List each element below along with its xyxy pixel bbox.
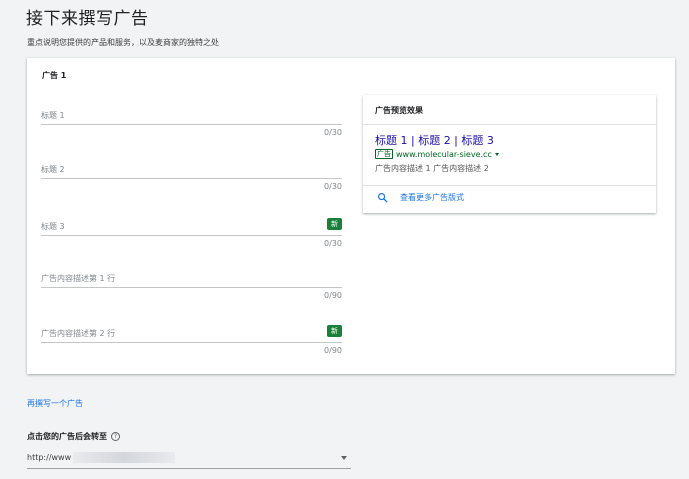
page-subtitle: 重点说明您提供的产品和服务，以及麦商家的独特之处 (27, 38, 219, 47)
destination-url-value: http://www (27, 453, 72, 462)
ad-preview-card: 广告预览效果 标题 1 | 标题 2 | 标题 3 广告 www.molecul… (363, 95, 656, 213)
description-1-label: 广告内容描述第 1 行 (41, 274, 116, 283)
description-2-counter: 0/90 (324, 346, 342, 355)
preview-url-row: 广告 www.molecular-sieve.cc (375, 149, 499, 159)
headline-1-underline (41, 124, 342, 125)
headline-1-counter: 0/30 (324, 128, 342, 137)
headline-3-field[interactable]: 标题 3 新 0/30 (41, 218, 342, 252)
ad-label-badge: 广告 (375, 149, 393, 159)
headline-3-label: 标题 3 (41, 222, 65, 231)
description-1-underline (41, 287, 342, 288)
ad-card-title: 广告 1 (42, 71, 67, 80)
description-1-field[interactable]: 广告内容描述第 1 行 0/90 (41, 273, 342, 303)
redacted-url-blur (73, 452, 175, 463)
description-1-counter: 0/90 (324, 291, 342, 300)
headline-2-field[interactable]: 标题 2 0/30 (41, 164, 342, 194)
headline-3-new-badge: 新 (327, 218, 342, 230)
preview-divider-top (363, 124, 656, 125)
headline-1-field[interactable]: 标题 1 0/30 (41, 110, 342, 140)
ad-editor-card: 广告 1 标题 1 0/30 标题 2 0/30 标题 3 新 0/30 广告内… (27, 58, 675, 374)
preview-headline: 标题 1 | 标题 2 | 标题 3 (375, 134, 494, 147)
headline-2-counter: 0/30 (324, 182, 342, 191)
description-2-label: 广告内容描述第 2 行 (41, 329, 116, 338)
description-2-underline (41, 342, 342, 343)
destination-url-underline (27, 468, 351, 469)
write-another-ad-link[interactable]: 再撰写一个广告 (27, 398, 83, 409)
preview-header: 广告预览效果 (375, 106, 423, 115)
headline-2-underline (41, 178, 342, 179)
view-more-formats-link[interactable]: 查看更多广告版式 (377, 192, 464, 203)
chevron-down-icon[interactable] (341, 456, 347, 460)
headline-2-label: 标题 2 (41, 165, 65, 174)
view-more-formats-label: 查看更多广告版式 (400, 193, 464, 202)
preview-display-url: www.molecular-sieve.cc (396, 149, 492, 159)
search-icon (378, 193, 388, 203)
headline-3-counter: 0/30 (324, 239, 342, 248)
destination-url-select[interactable]: http://www (27, 450, 351, 470)
page-title: 接下来撰写广告 (26, 9, 149, 29)
preview-divider-bottom (363, 185, 656, 186)
headline-1-label: 标题 1 (41, 111, 65, 120)
preview-description: 广告内容描述 1 广告内容描述 2 (375, 164, 489, 173)
description-2-field[interactable]: 广告内容描述第 2 行 新 0/90 (41, 325, 342, 359)
chevron-down-icon (494, 152, 499, 156)
destination-label: 点击您的广告后会转至 ? (27, 431, 120, 442)
headline-3-underline (41, 235, 342, 236)
description-2-new-badge: 新 (327, 325, 342, 337)
destination-label-text: 点击您的广告后会转至 (27, 432, 107, 441)
help-icon[interactable]: ? (111, 432, 120, 441)
